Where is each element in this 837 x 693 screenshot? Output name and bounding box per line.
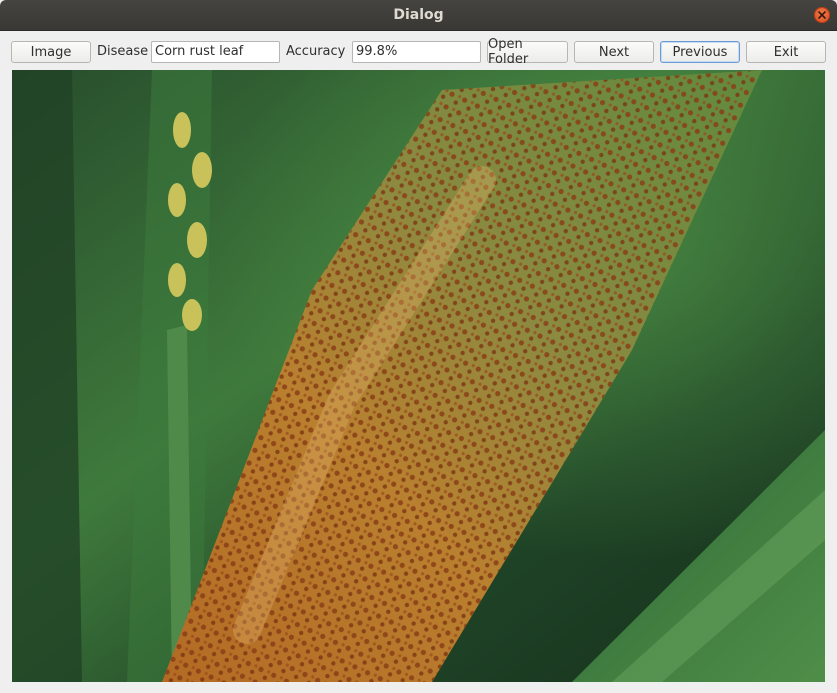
close-icon [818,11,826,19]
next-button[interactable]: Next [574,41,654,63]
disease-field[interactable]: Corn rust leaf [151,41,280,63]
image-button[interactable]: Image [11,41,91,63]
disease-label: Disease [97,44,149,59]
accuracy-label: Accuracy [286,44,346,59]
title-bar: Dialog [0,0,837,31]
exit-button[interactable]: Exit [746,41,826,63]
open-folder-button[interactable]: Open Folder [487,37,568,67]
leaf-image-display [12,70,825,682]
window-title: Dialog [393,7,444,23]
leaf-photo [12,70,825,682]
accuracy-field[interactable]: 99.8% [352,41,481,63]
close-button[interactable] [814,7,830,23]
previous-button[interactable]: Previous [660,41,740,63]
